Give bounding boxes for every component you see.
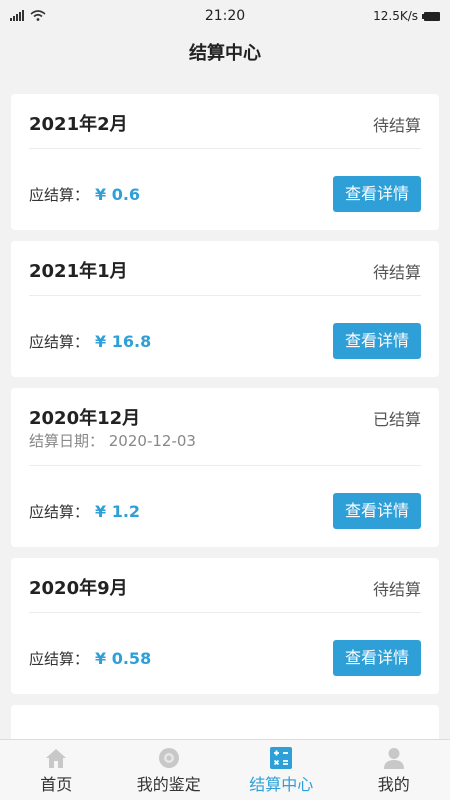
settlement-period: 2020年9月 xyxy=(29,578,128,599)
tab-my-appraisal[interactable]: 我的鉴定 xyxy=(113,740,226,800)
amount-value: ¥ 0.6 xyxy=(95,185,141,204)
amount-label: 应结算： xyxy=(29,186,90,204)
amount-value: ¥ 16.8 xyxy=(95,332,152,351)
card-header: 2021年1月 待结算 xyxy=(29,241,421,296)
amount-row: 应结算： ¥ 1.2 xyxy=(29,501,140,522)
settlement-list[interactable]: 2021年2月 待结算 应结算： ¥ 0.6 查看详情 2021年1月 待结算 应… xyxy=(11,94,439,756)
settlement-card: 2020年9月 待结算 应结算： ¥ 0.58 查看详情 xyxy=(11,558,439,694)
card-footer: 应结算： ¥ 0.58 查看详情 xyxy=(29,613,421,694)
settlement-period: 2021年1月 xyxy=(29,261,128,282)
network-speed: 12.5K/s xyxy=(373,9,418,23)
card-footer: 应结算： ¥ 1.2 查看详情 xyxy=(29,466,421,547)
settlement-card: 2021年1月 待结算 应结算： ¥ 16.8 查看详情 xyxy=(11,241,439,377)
battery-icon xyxy=(422,11,440,21)
tab-label: 我的鉴定 xyxy=(136,775,201,794)
calculator-icon xyxy=(270,747,293,769)
amount-row: 应结算： ¥ 0.6 xyxy=(29,184,140,205)
card-header: 2021年2月 待结算 xyxy=(29,94,421,149)
card-footer: 应结算： ¥ 0.6 查看详情 xyxy=(29,149,421,230)
view-details-button[interactable]: 查看详情 xyxy=(333,493,421,529)
page-title: 结算中心 xyxy=(189,43,261,64)
status-bar: 21:20 12.5K/s xyxy=(0,0,450,34)
settlement-status: 待结算 xyxy=(372,116,421,135)
settlement-card: 2020年12月 已结算 结算日期： 2020-12-03 应结算： ¥ 1.2 … xyxy=(11,388,439,547)
tab-mine[interactable]: 我的 xyxy=(338,740,450,800)
amount-row: 应结算： ¥ 0.58 xyxy=(29,648,151,669)
person-icon xyxy=(383,748,404,769)
tab-settlement-center[interactable]: 结算中心 xyxy=(225,740,338,800)
settlement-date: 结算日期： 2020-12-03 xyxy=(29,432,196,450)
amount-label: 应结算： xyxy=(29,503,90,521)
settlement-period: 2020年12月 xyxy=(29,408,141,429)
card-header: 2020年9月 待结算 xyxy=(29,558,421,613)
amount-row: 应结算： ¥ 16.8 xyxy=(29,331,151,352)
home-icon xyxy=(46,749,67,768)
settlement-status: 已结算 xyxy=(372,410,421,429)
view-details-button[interactable]: 查看详情 xyxy=(333,176,421,212)
tab-label: 结算中心 xyxy=(249,775,314,794)
view-details-button[interactable]: 查看详情 xyxy=(333,640,421,676)
card-footer: 应结算： ¥ 16.8 查看详情 xyxy=(29,296,421,377)
bottom-tab-bar: 首页 我的鉴定 结算中心 我的 xyxy=(0,739,450,800)
card-header: 2020年12月 已结算 结算日期： 2020-12-03 xyxy=(29,388,421,466)
tab-label: 我的 xyxy=(377,775,410,794)
nav-bar: 结算中心 xyxy=(0,34,450,82)
amount-label: 应结算： xyxy=(29,333,90,351)
status-right: 12.5K/s xyxy=(373,9,440,23)
appraisal-icon xyxy=(158,748,179,768)
tab-home[interactable]: 首页 xyxy=(0,740,113,800)
settlement-card: 2021年2月 待结算 应结算： ¥ 0.6 查看详情 xyxy=(11,94,439,230)
view-details-button[interactable]: 查看详情 xyxy=(333,323,421,359)
tab-label: 首页 xyxy=(40,775,73,794)
amount-value: ¥ 1.2 xyxy=(95,502,141,521)
settlement-period: 2021年2月 xyxy=(29,114,128,135)
settlement-status: 待结算 xyxy=(372,580,421,599)
settlement-status: 待结算 xyxy=(372,263,421,282)
amount-label: 应结算： xyxy=(29,650,90,668)
amount-value: ¥ 0.58 xyxy=(95,649,152,668)
